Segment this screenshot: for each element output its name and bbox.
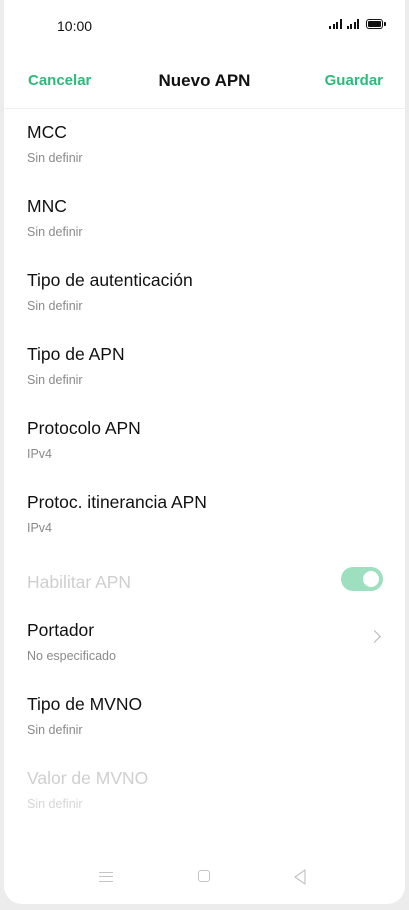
setting-value: Sin definir: [27, 373, 83, 387]
setting-label: Habilitar APN: [27, 572, 132, 592]
setting-label: MCC: [27, 122, 67, 142]
setting-bearer[interactable]: Portador No especificado: [4, 606, 405, 680]
phone-screen: 10:00 Cancelar Nuevo APN Guardar MCC Sin…: [4, 0, 405, 904]
app-header: Cancelar Nuevo APN Guardar: [4, 60, 405, 109]
setting-label: Tipo de APN: [27, 344, 125, 364]
apn-settings-list: MCC Sin definir MNC Sin definir Tipo de …: [4, 108, 405, 828]
status-bar: 10:00: [4, 0, 405, 52]
setting-value: Sin definir: [27, 225, 83, 239]
setting-value: No especificado: [27, 649, 116, 663]
setting-value: Sin definir: [27, 723, 83, 737]
setting-auth-type[interactable]: Tipo de autenticación Sin definir: [4, 256, 405, 330]
setting-apn-roaming-protocol[interactable]: Protoc. itinerancia APN IPv4: [4, 478, 405, 552]
setting-apn-type[interactable]: Tipo de APN Sin definir: [4, 330, 405, 404]
menu-icon[interactable]: [99, 872, 113, 882]
status-time: 10:00: [57, 18, 93, 34]
setting-label: Tipo de autenticación: [27, 270, 193, 290]
setting-mvno-value: Valor de MVNO Sin definir: [4, 754, 405, 828]
setting-mcc[interactable]: MCC Sin definir: [4, 108, 405, 182]
home-icon[interactable]: [198, 870, 210, 882]
signal-icon: [346, 19, 359, 29]
signal-icon: [329, 19, 342, 29]
save-button[interactable]: Guardar: [325, 72, 383, 89]
setting-value: Sin definir: [27, 797, 83, 811]
back-icon[interactable]: [293, 869, 307, 885]
setting-apn-protocol[interactable]: Protocolo APN IPv4: [4, 404, 405, 478]
setting-mvno-type[interactable]: Tipo de MVNO Sin definir: [4, 680, 405, 754]
setting-value: IPv4: [27, 521, 53, 535]
setting-label: Protocolo APN: [27, 418, 141, 438]
setting-value: IPv4: [27, 447, 53, 461]
setting-label: Portador: [27, 620, 95, 640]
status-icons: [329, 19, 386, 29]
setting-enable-apn: Habilitar APN: [4, 552, 405, 606]
setting-value: Sin definir: [27, 151, 83, 165]
navigation-bar: [4, 854, 405, 904]
setting-label: Protoc. itinerancia APN: [27, 492, 207, 512]
enable-apn-toggle: [341, 567, 383, 591]
setting-label: Tipo de MVNO: [27, 694, 143, 714]
battery-icon: [366, 19, 386, 29]
setting-value: Sin definir: [27, 299, 83, 313]
chevron-right-icon: [368, 630, 381, 643]
setting-label: MNC: [27, 196, 67, 216]
setting-mnc[interactable]: MNC Sin definir: [4, 182, 405, 256]
setting-label: Valor de MVNO: [27, 768, 149, 788]
